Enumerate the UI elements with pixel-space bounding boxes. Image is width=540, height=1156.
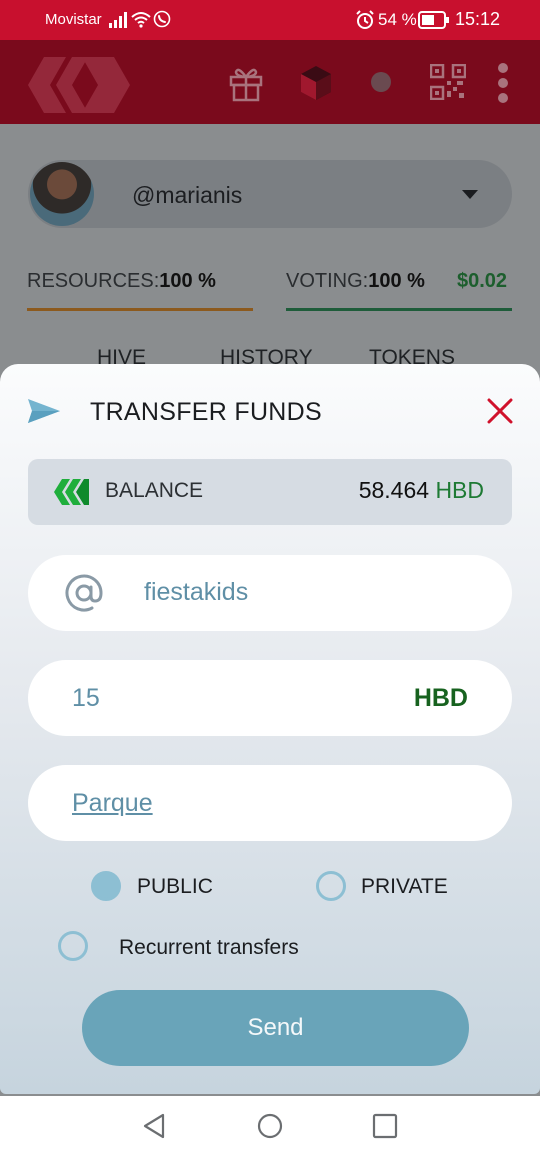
carrier-name: Movistar bbox=[45, 11, 102, 28]
qr-code-icon[interactable] bbox=[430, 64, 466, 100]
alarm-icon bbox=[356, 10, 374, 29]
send-button[interactable]: Send bbox=[82, 990, 469, 1066]
amount-input[interactable]: 15 bbox=[72, 684, 100, 713]
resources-indicator: RESOURCES:100 % bbox=[27, 270, 216, 293]
status-bar: Movistar 54 % 15:12 bbox=[0, 0, 540, 40]
recurrent-transfers-checkbox[interactable] bbox=[58, 931, 88, 961]
balance-amount: 58.464 HBD bbox=[359, 477, 484, 504]
back-icon[interactable] bbox=[141, 1112, 169, 1140]
wifi-icon bbox=[131, 12, 151, 28]
modal-title: TRANSFER FUNDS bbox=[90, 398, 322, 426]
recipient-field[interactable]: fiestakids bbox=[28, 555, 512, 631]
chevron-down-icon[interactable] bbox=[462, 190, 478, 199]
signal-icon bbox=[109, 12, 127, 28]
balance-label: BALANCE bbox=[105, 479, 204, 502]
send-icon bbox=[28, 399, 60, 423]
recents-icon[interactable] bbox=[371, 1112, 399, 1140]
resources-bar bbox=[27, 308, 253, 311]
resources-label: RESOURCES: bbox=[27, 270, 160, 292]
transfer-funds-modal: TRANSFER FUNDS BALANCE 58.464 HBD fiesta… bbox=[0, 364, 540, 1094]
whatsapp-icon bbox=[153, 10, 171, 28]
clock: 15:12 bbox=[455, 9, 501, 29]
voting-value: 100 % bbox=[368, 270, 425, 292]
private-label: PRIVATE bbox=[361, 875, 448, 898]
voting-indicator: VOTING:100 % bbox=[286, 270, 425, 293]
account-selector[interactable]: @marianis bbox=[28, 160, 512, 228]
balance-card: BALANCE 58.464 HBD bbox=[28, 459, 512, 525]
public-label: PUBLIC bbox=[137, 875, 213, 898]
close-icon[interactable] bbox=[486, 397, 514, 425]
resources-value: 100 % bbox=[159, 270, 216, 292]
avatar bbox=[30, 162, 94, 226]
amount-currency[interactable]: HBD bbox=[414, 684, 468, 713]
memo-field[interactable]: Parque bbox=[28, 765, 512, 841]
amount-field[interactable]: 15 HBD bbox=[28, 660, 512, 736]
battery-icon bbox=[418, 11, 449, 29]
vote-value-usd: $0.02 bbox=[457, 270, 508, 292]
account-username: @marianis bbox=[132, 182, 243, 208]
recurrent-transfers-label: Recurrent transfers bbox=[119, 936, 299, 959]
gift-icon[interactable] bbox=[228, 64, 264, 102]
system-navigation-bar bbox=[0, 1096, 540, 1156]
app-bar bbox=[0, 40, 540, 124]
recipient-input[interactable]: fiestakids bbox=[144, 578, 248, 607]
balance-value: 58.464 bbox=[358, 477, 430, 503]
battery-percent: 54 % bbox=[378, 10, 417, 29]
public-radio[interactable] bbox=[91, 871, 121, 901]
hbd-icon bbox=[54, 479, 89, 505]
voting-label: VOTING: bbox=[286, 270, 369, 292]
dot-icon[interactable] bbox=[371, 72, 391, 92]
private-radio[interactable] bbox=[316, 871, 346, 901]
home-icon[interactable] bbox=[256, 1112, 284, 1140]
hive-logo bbox=[28, 57, 130, 113]
cube-icon[interactable] bbox=[298, 64, 334, 102]
voting-bar bbox=[286, 308, 512, 311]
balance-currency: HBD bbox=[435, 477, 484, 503]
more-vert-icon[interactable] bbox=[494, 62, 512, 104]
at-icon bbox=[65, 574, 103, 612]
memo-input[interactable]: Parque bbox=[72, 789, 153, 818]
